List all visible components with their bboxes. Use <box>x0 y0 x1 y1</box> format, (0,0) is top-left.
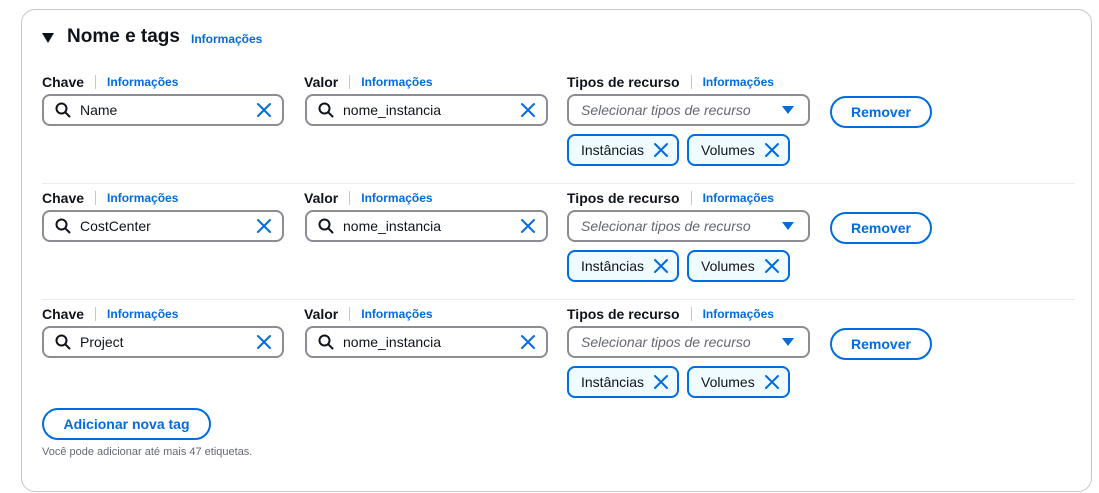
value-info-link[interactable]: Informações <box>361 307 432 321</box>
value-label: Valor <box>304 74 339 90</box>
resource-token: Instâncias <box>567 134 679 166</box>
remove-tag-button[interactable]: Remover <box>830 96 932 128</box>
divider <box>349 191 351 205</box>
divider <box>690 75 692 89</box>
value-info-link[interactable]: Informações <box>361 191 432 205</box>
key-label: Chave <box>42 306 85 322</box>
divider <box>95 307 97 321</box>
tag-row: Chave Informações Valor Informações Tipo… <box>42 305 1075 415</box>
key-label-line: Chave Informações <box>42 189 178 207</box>
key-input-value[interactable]: Name <box>80 102 256 118</box>
resource-token-label: Volumes <box>701 374 755 390</box>
value-label-line: Valor Informações <box>304 73 433 91</box>
search-icon <box>318 102 334 118</box>
triangle-down-icon <box>782 106 794 114</box>
key-label-line: Chave Informações <box>42 73 178 91</box>
tag-row: Chave Informações Valor Informações Tipo… <box>42 73 1075 184</box>
value-label-line: Valor Informações <box>304 305 433 323</box>
close-icon[interactable] <box>653 142 669 158</box>
section-title: Nome e tags <box>67 26 180 47</box>
key-info-link[interactable]: Informações <box>107 75 178 89</box>
close-icon[interactable] <box>520 102 536 118</box>
add-tag-button[interactable]: Adicionar nova tag <box>42 408 211 440</box>
divider <box>690 191 692 205</box>
resource-token: Volumes <box>687 250 790 282</box>
resource-types-info-link[interactable]: Informações <box>703 307 774 321</box>
close-icon[interactable] <box>256 218 272 234</box>
close-icon[interactable] <box>256 334 272 350</box>
resource-types-label-line: Tipos de recurso Informações <box>567 73 774 91</box>
resource-token-label: Instâncias <box>581 258 645 274</box>
close-icon[interactable] <box>520 334 536 350</box>
close-icon[interactable] <box>653 258 669 274</box>
value-input[interactable]: nome_instancia <box>305 210 548 242</box>
search-icon <box>55 102 71 118</box>
key-input[interactable]: CostCenter <box>42 210 284 242</box>
close-icon[interactable] <box>764 258 780 274</box>
section-header: Nome e tags Informações <box>42 26 262 48</box>
close-icon[interactable] <box>764 142 780 158</box>
key-label: Chave <box>42 190 85 206</box>
value-input[interactable]: nome_instancia <box>305 326 548 358</box>
resource-token-label: Instâncias <box>581 142 645 158</box>
key-info-link[interactable]: Informações <box>107 191 178 205</box>
resource-token: Volumes <box>687 366 790 398</box>
divider <box>349 75 351 89</box>
resource-types-placeholder: Selecionar tipos de recurso <box>581 102 751 118</box>
close-icon[interactable] <box>764 374 780 390</box>
search-icon <box>318 334 334 350</box>
value-label: Valor <box>304 306 339 322</box>
close-icon[interactable] <box>520 218 536 234</box>
divider <box>95 75 97 89</box>
remove-tag-button[interactable]: Remover <box>830 328 932 360</box>
tag-row: Chave Informações Valor Informações Tipo… <box>42 189 1075 300</box>
close-icon[interactable] <box>653 374 669 390</box>
divider <box>690 307 692 321</box>
resource-token-label: Volumes <box>701 142 755 158</box>
resource-types-placeholder: Selecionar tipos de recurso <box>581 334 751 350</box>
resource-token-label: Volumes <box>701 258 755 274</box>
key-input[interactable]: Project <box>42 326 284 358</box>
resource-types-label: Tipos de recurso <box>567 74 680 90</box>
resource-types-label-line: Tipos de recurso Informações <box>567 305 774 323</box>
key-input[interactable]: Name <box>42 94 284 126</box>
triangle-down-icon <box>782 338 794 346</box>
remove-tag-button[interactable]: Remover <box>830 212 932 244</box>
resource-types-select[interactable]: Selecionar tipos de recurso <box>567 326 810 358</box>
resource-token: Volumes <box>687 134 790 166</box>
key-info-link[interactable]: Informações <box>107 307 178 321</box>
value-input[interactable]: nome_instancia <box>305 94 548 126</box>
section-info-link[interactable]: Informações <box>191 32 262 46</box>
resource-token-label: Instâncias <box>581 374 645 390</box>
value-input-value[interactable]: nome_instancia <box>343 218 520 234</box>
key-label: Chave <box>42 74 85 90</box>
value-input-value[interactable]: nome_instancia <box>343 102 520 118</box>
resource-token: Instâncias <box>567 250 679 282</box>
resource-types-info-link[interactable]: Informações <box>703 191 774 205</box>
resource-types-label: Tipos de recurso <box>567 306 680 322</box>
key-label-line: Chave Informações <box>42 305 178 323</box>
close-icon[interactable] <box>256 102 272 118</box>
resource-types-label: Tipos de recurso <box>567 190 680 206</box>
key-input-value[interactable]: Project <box>80 334 256 350</box>
value-label: Valor <box>304 190 339 206</box>
resource-types-select[interactable]: Selecionar tipos de recurso <box>567 94 810 126</box>
resource-types-label-line: Tipos de recurso Informações <box>567 189 774 207</box>
value-info-link[interactable]: Informações <box>361 75 432 89</box>
remaining-tags-hint: Você pode adicionar até mais 47 etiqueta… <box>42 446 253 458</box>
triangle-down-icon <box>782 222 794 230</box>
value-input-value[interactable]: nome_instancia <box>343 334 520 350</box>
search-icon <box>318 218 334 234</box>
resource-token: Instâncias <box>567 366 679 398</box>
caret-down-icon[interactable] <box>42 32 54 43</box>
divider <box>349 307 351 321</box>
search-icon <box>55 334 71 350</box>
key-input-value[interactable]: CostCenter <box>80 218 256 234</box>
resource-types-select[interactable]: Selecionar tipos de recurso <box>567 210 810 242</box>
divider <box>95 191 97 205</box>
search-icon <box>55 218 71 234</box>
value-label-line: Valor Informações <box>304 189 433 207</box>
resource-types-placeholder: Selecionar tipos de recurso <box>581 218 751 234</box>
resource-types-info-link[interactable]: Informações <box>703 75 774 89</box>
